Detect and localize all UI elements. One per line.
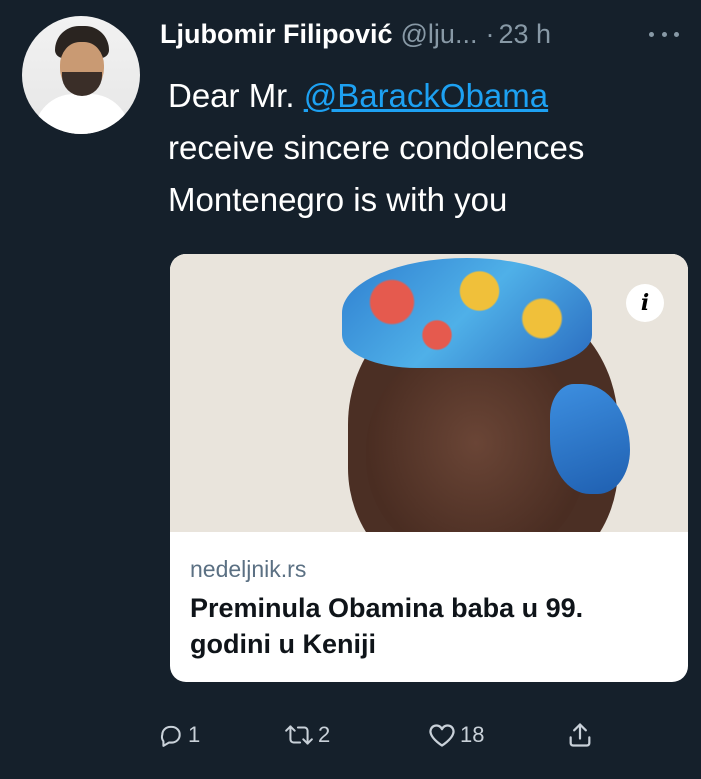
card-image[interactable]: i: [170, 254, 688, 532]
reply-count: 1: [188, 722, 201, 747]
link-card[interactable]: i nedeljnik.rs Preminula Obamina baba u …: [170, 254, 688, 682]
reply-icon: [158, 722, 184, 748]
tweet-timestamp[interactable]: 23 h: [498, 19, 551, 50]
tweet[interactable]: Ljubomir Filipović @lju... · 23 h Dear M…: [0, 0, 701, 779]
info-icon[interactable]: i: [626, 284, 664, 322]
card-title[interactable]: Preminula Obamina baba u 99. godini u Ke…: [190, 590, 670, 662]
display-name[interactable]: Ljubomir Filipović: [160, 19, 393, 50]
tweet-text-line2: receive sincere condolences: [168, 129, 585, 166]
separator-dot: ·: [485, 18, 495, 49]
share-icon: [566, 721, 594, 749]
more-icon[interactable]: [649, 22, 679, 46]
like-count: 18: [460, 722, 485, 747]
like-icon: [428, 722, 456, 748]
retweet-icon: [284, 722, 314, 748]
like-button[interactable]: 18: [428, 715, 484, 755]
tweet-header: Ljubomir Filipović @lju... · 23 h: [160, 14, 551, 54]
retweet-button[interactable]: 2: [284, 715, 330, 755]
share-button[interactable]: [566, 715, 594, 755]
tweet-text: Dear Mr. @BarackObama receive sincere co…: [168, 70, 688, 226]
retweet-count: 2: [318, 722, 331, 747]
tweet-actions: 1 2 18: [0, 715, 701, 755]
mention-link[interactable]: @BarackObama: [304, 77, 548, 114]
tweet-text-line3: Montenegro is with you: [168, 181, 508, 218]
card-domain: nedeljnik.rs: [190, 556, 307, 582]
avatar[interactable]: [22, 16, 140, 134]
reply-button[interactable]: 1: [158, 715, 200, 755]
tweet-text-line1: Dear Mr.: [168, 77, 304, 114]
user-handle[interactable]: @lju...: [401, 19, 478, 50]
